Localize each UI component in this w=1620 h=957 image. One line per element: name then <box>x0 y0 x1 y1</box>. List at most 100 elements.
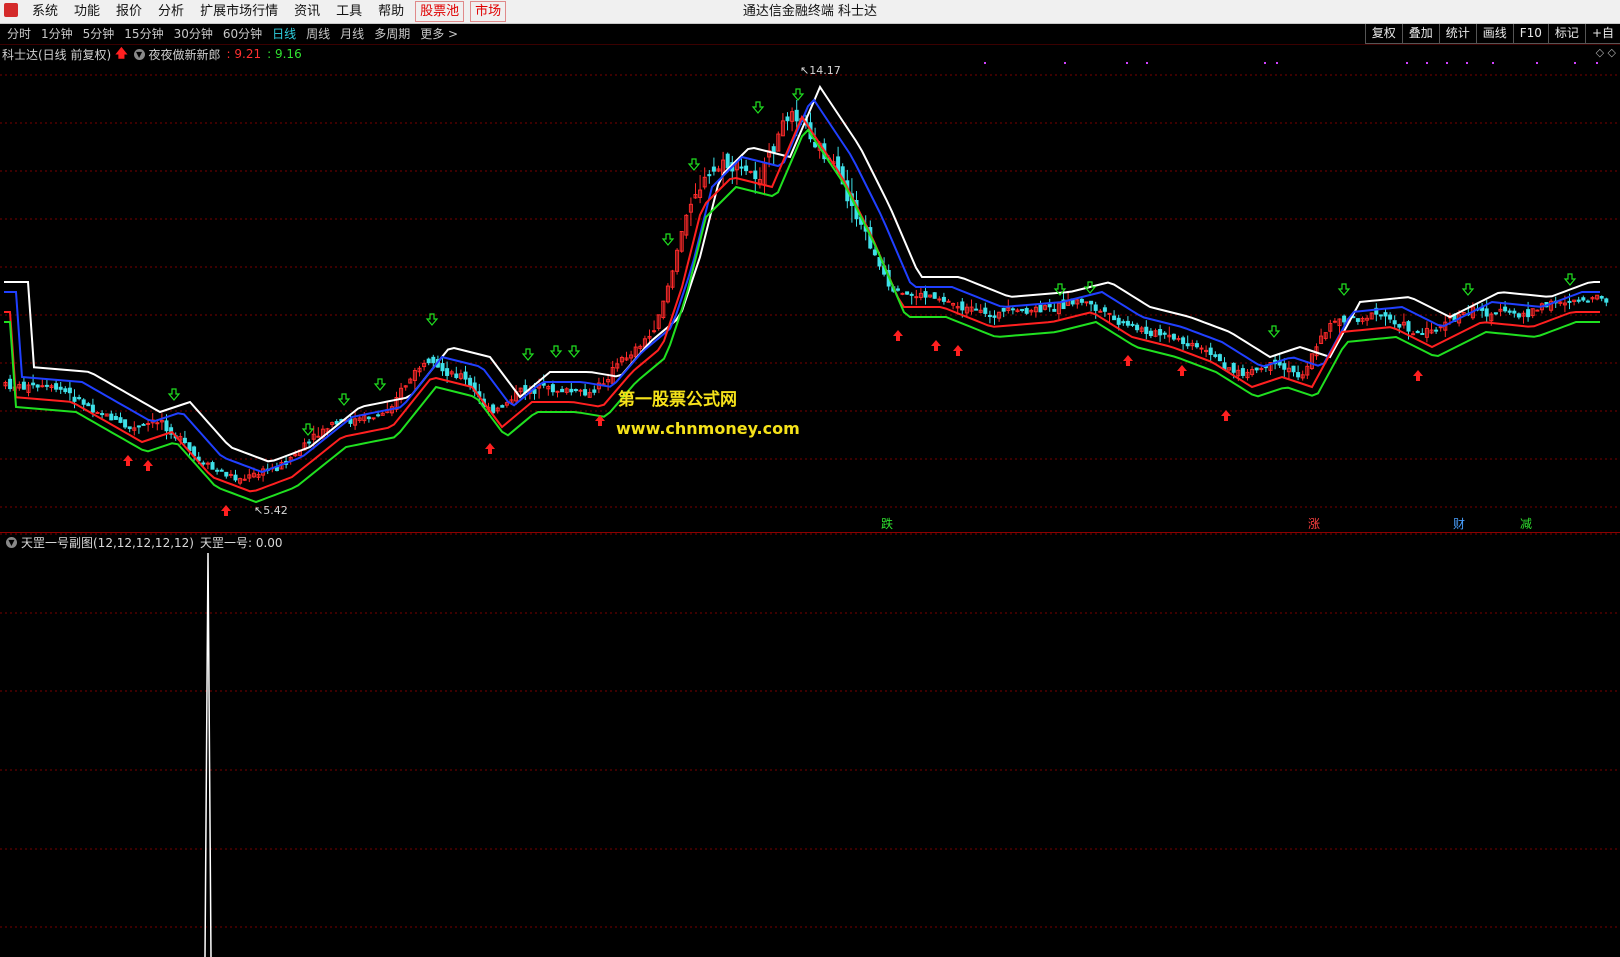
overlay-button[interactable]: 叠加 <box>1401 24 1439 44</box>
candle-body <box>90 404 95 413</box>
diamond-icon[interactable]: ◇ ◇ <box>1596 46 1616 59</box>
candle-body <box>1434 329 1439 332</box>
menu-stock-pool[interactable]: 股票池 <box>415 1 465 22</box>
candle-body <box>1291 365 1296 373</box>
candle-body <box>573 389 578 392</box>
tab-15min[interactable]: 15分钟 <box>119 24 168 44</box>
candle-body <box>1107 312 1112 315</box>
candle-body <box>1089 300 1094 305</box>
purple-dot <box>1406 62 1408 64</box>
kline-chart[interactable] <box>0 45 1620 532</box>
custom-button[interactable]: +自 <box>1584 24 1620 44</box>
buy-arrow-icon <box>1123 355 1133 366</box>
candle-body <box>491 404 496 414</box>
sell-arrow-icon <box>567 345 581 358</box>
candle-body <box>1144 326 1149 334</box>
event-marker-rise[interactable]: 涨 <box>1307 517 1321 531</box>
candle-body <box>1116 317 1121 325</box>
candle-body <box>1411 333 1416 336</box>
candle-body <box>316 435 321 438</box>
menu-function[interactable]: 功能 <box>66 0 108 23</box>
ma-line-white <box>4 84 1600 463</box>
indicator-value-red: : 9.21 <box>226 47 262 61</box>
watermark-title: 第一股票公式网 <box>618 390 737 410</box>
candle-body <box>366 416 371 420</box>
candle-body <box>974 308 979 311</box>
candle-body <box>550 384 555 393</box>
indicator-menu-icon[interactable]: ▼ <box>133 48 145 60</box>
candle-body <box>739 166 744 169</box>
candle-body <box>1052 308 1057 312</box>
candle-body <box>44 384 49 387</box>
candle-body <box>35 384 40 388</box>
main-chart-pane[interactable]: 科士达(日线 前复权) 🡅 ▼ 夜夜做新新郎 : 9.21 : 9.16 ◇ ◇… <box>0 45 1620 532</box>
purple-dot <box>1264 62 1266 64</box>
period-tabs: 分时 1分钟 5分钟 15分钟 30分钟 60分钟 日线 周线 月线 多周期 更… <box>2 24 463 44</box>
tab-daily[interactable]: 日线 <box>267 24 301 44</box>
candle-body <box>109 413 114 421</box>
candle-body <box>1576 299 1581 302</box>
menu-tools[interactable]: 工具 <box>328 0 370 23</box>
candle-body <box>1415 330 1420 334</box>
tab-weekly[interactable]: 周线 <box>301 24 335 44</box>
buy-arrow-icon <box>931 340 941 351</box>
candle-body <box>1342 315 1347 323</box>
sell-arrow-icon <box>791 88 805 101</box>
candle-body <box>445 368 450 376</box>
candle-body <box>946 300 951 303</box>
stats-button[interactable]: 统计 <box>1438 24 1476 44</box>
sub-chart-pane[interactable]: ▼ 天罡一号副图(12,12,12,12,12) 天罡一号: 0.00 <box>0 533 1620 957</box>
sub-indicator-menu-icon[interactable]: ▼ <box>6 537 17 548</box>
event-marker-fall[interactable]: 跌 <box>880 517 894 531</box>
purple-dot <box>1064 62 1066 64</box>
candle-body <box>113 415 118 420</box>
candle-body <box>1010 308 1015 311</box>
menu-extended-market[interactable]: 扩展市场行情 <box>192 0 286 23</box>
candle-body <box>1526 309 1531 318</box>
candle-body <box>872 249 877 256</box>
candle-body <box>1213 354 1218 357</box>
tab-60min[interactable]: 60分钟 <box>218 24 267 44</box>
adjust-button[interactable]: 复权 <box>1364 24 1402 44</box>
app-logo-icon <box>4 3 18 17</box>
sub-indicator-title: 天罡一号副图(12,12,12,12,12) <box>21 536 194 550</box>
mark-button[interactable]: 标记 <box>1547 24 1585 44</box>
tab-timeshare[interactable]: 分时 <box>2 24 36 44</box>
tab-30min[interactable]: 30分钟 <box>169 24 218 44</box>
sell-arrow-icon <box>1461 283 1475 296</box>
tab-monthly[interactable]: 月线 <box>335 24 369 44</box>
candle-body <box>1208 347 1213 356</box>
f10-button[interactable]: F10 <box>1512 24 1548 44</box>
purple-dot <box>1426 62 1428 64</box>
event-marker-reduce[interactable]: 减 <box>1519 517 1533 531</box>
menu-system[interactable]: 系统 <box>24 0 66 23</box>
tab-multi-period[interactable]: 多周期 <box>369 24 415 44</box>
candle-body <box>895 288 900 291</box>
tab-more[interactable]: 更多 > <box>415 24 463 44</box>
menu-news[interactable]: 资讯 <box>286 0 328 23</box>
menu-help[interactable]: 帮助 <box>370 0 412 23</box>
candle-body <box>1484 308 1489 317</box>
candle-body <box>1535 309 1540 312</box>
draw-button[interactable]: 画线 <box>1475 24 1513 44</box>
event-marker-finance[interactable]: 财 <box>1452 517 1466 531</box>
tab-5min[interactable]: 5分钟 <box>78 24 120 44</box>
candle-body <box>1098 310 1103 313</box>
candle-body <box>1355 318 1360 322</box>
menu-market[interactable]: 市场 <box>470 1 507 22</box>
tab-1min[interactable]: 1分钟 <box>36 24 78 44</box>
candle-body <box>1240 368 1245 376</box>
sell-arrow-icon <box>337 393 351 406</box>
buy-arrow-icon <box>123 455 133 466</box>
ma-line-blue <box>4 98 1600 474</box>
candle-body <box>40 385 45 388</box>
candle-body <box>1420 333 1425 336</box>
candle-body <box>909 293 914 296</box>
candle-body <box>164 420 169 432</box>
candle-body <box>136 425 141 428</box>
menu-quote[interactable]: 报价 <box>108 0 150 23</box>
sub-indicator-chart[interactable] <box>0 533 1620 957</box>
candle-body <box>937 298 942 301</box>
candle-body <box>960 301 965 311</box>
menu-analysis[interactable]: 分析 <box>150 0 192 23</box>
